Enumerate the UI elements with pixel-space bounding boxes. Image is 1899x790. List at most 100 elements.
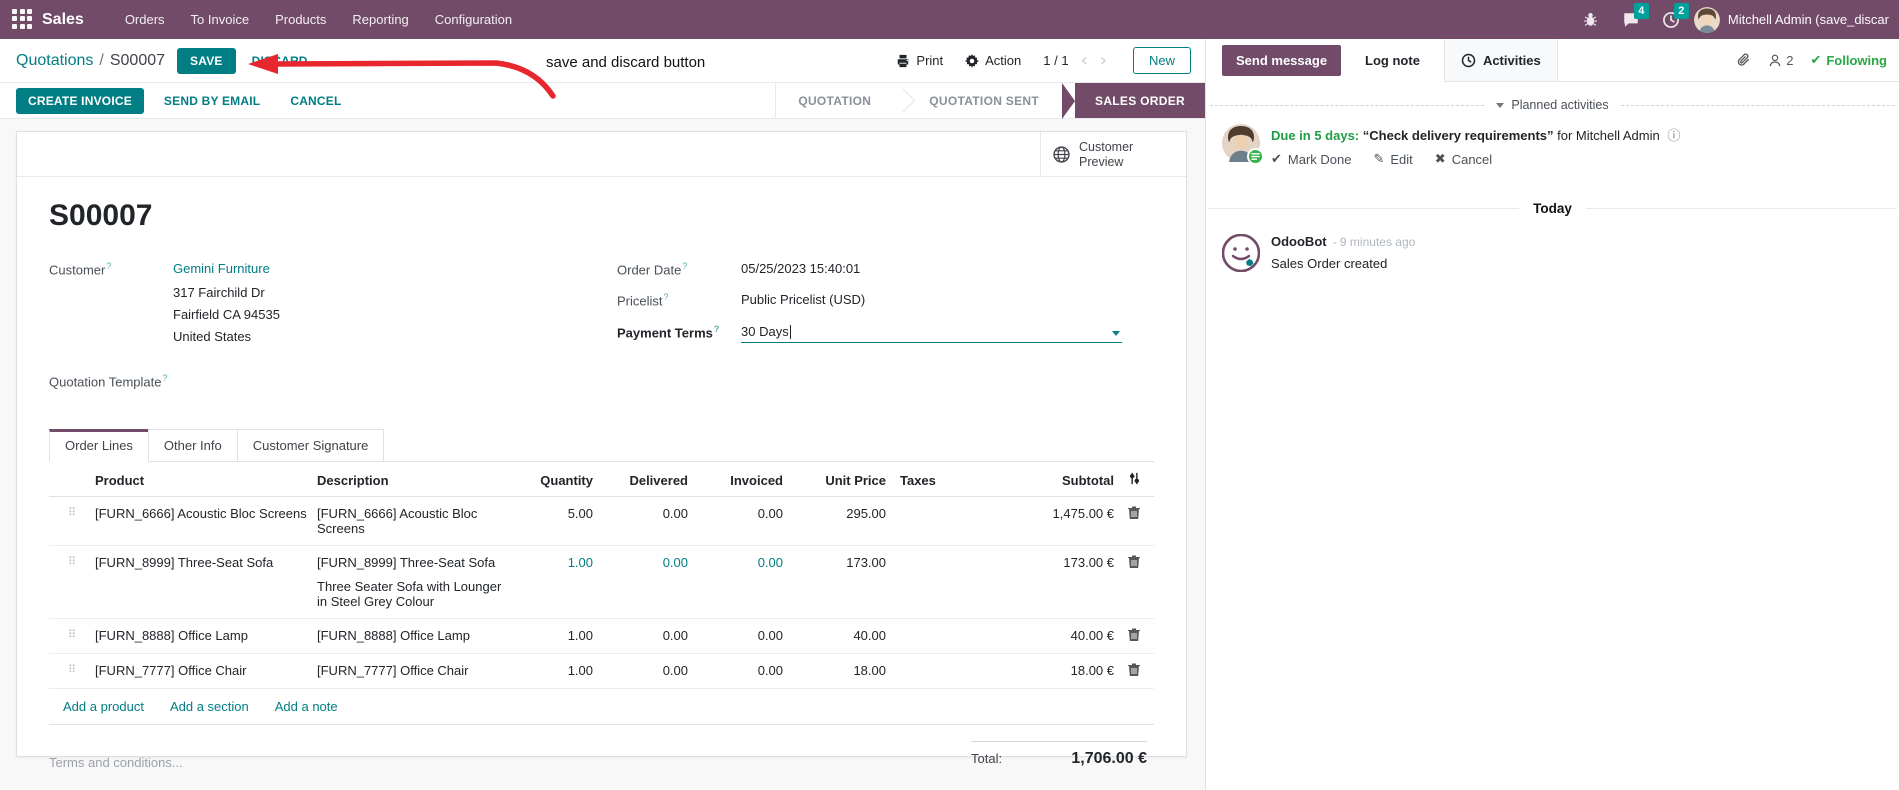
drag-handle-icon[interactable]: ⠿ — [49, 663, 95, 676]
cell-unit-price[interactable]: 40.00 — [783, 628, 886, 643]
cancel-activity-button[interactable]: ✖ Cancel — [1435, 152, 1492, 167]
customer-name-link[interactable]: Gemini Furniture — [173, 261, 280, 276]
message-body: Sales Order created — [1271, 256, 1388, 271]
mark-done-button[interactable]: ✔ Mark Done — [1271, 152, 1351, 167]
print-button[interactable]: Print — [896, 53, 943, 68]
info-icon[interactable]: ⓘ — [1667, 129, 1680, 144]
cell-description[interactable]: [FURN_8999] Three-Seat Sofa Three Seater… — [317, 555, 513, 609]
cell-description[interactable]: [FURN_8888] Office Lamp — [317, 628, 513, 643]
nav-item-configuration[interactable]: Configuration — [422, 0, 525, 39]
record-title: S00007 — [49, 199, 153, 232]
attachments-button[interactable] — [1736, 52, 1751, 68]
optional-columns-icon[interactable] — [1114, 472, 1154, 488]
create-invoice-button[interactable]: CREATE INVOICE — [16, 87, 144, 114]
header-unit-price: Unit Price — [825, 472, 886, 488]
edit-activity-button[interactable]: ✎ Edit — [1373, 152, 1412, 167]
cell-quantity[interactable]: 1.00 — [513, 663, 593, 678]
help-icon: ? — [682, 261, 688, 271]
cell-delivered[interactable]: 0.00 — [593, 506, 688, 521]
top-navbar: Sales Orders To Invoice Products Reporti… — [0, 0, 1899, 39]
cell-description[interactable]: [FURN_6666] Acoustic Bloc Screens — [317, 506, 513, 536]
drag-handle-icon[interactable]: ⠿ — [49, 555, 95, 568]
message-author[interactable]: OdooBot — [1271, 234, 1327, 249]
following-button[interactable]: ✔ Following — [1810, 53, 1887, 68]
tab-order-lines[interactable]: Order Lines — [49, 429, 149, 463]
cell-quantity[interactable]: 1.00 — [513, 555, 593, 570]
nav-item-orders[interactable]: Orders — [112, 0, 178, 39]
tab-other-info[interactable]: Other Info — [147, 429, 238, 462]
order-date-label: Order Date? — [617, 261, 688, 278]
delete-row-icon[interactable] — [1114, 555, 1154, 571]
delete-row-icon[interactable] — [1114, 663, 1154, 679]
cell-product[interactable]: [FURN_8999] Three-Seat Sofa — [95, 555, 317, 570]
cell-description[interactable]: [FURN_7777] Office Chair — [317, 663, 513, 678]
new-button[interactable]: New — [1132, 47, 1191, 74]
breadcrumb-quotations-link[interactable]: Quotations — [16, 52, 93, 70]
nav-item-reporting[interactable]: Reporting — [339, 0, 421, 39]
activities-tab[interactable]: Activities — [1443, 39, 1558, 82]
cell-invoiced[interactable]: 0.00 — [688, 663, 783, 678]
app-name-sales[interactable]: Sales — [42, 11, 84, 29]
stage-sales-order[interactable]: SALES ORDER — [1062, 83, 1205, 119]
user-menu[interactable]: Mitchell Admin (save_discar — [1693, 6, 1889, 33]
cell-invoiced[interactable]: 0.00 — [688, 555, 783, 570]
cell-invoiced[interactable]: 0.00 — [688, 628, 783, 643]
save-button[interactable]: SAVE — [177, 47, 236, 74]
pager-next-icon[interactable]: › — [1100, 51, 1107, 70]
header-delivered: Delivered — [629, 472, 688, 488]
planned-activities-toggle[interactable]: Planned activities — [1206, 98, 1899, 112]
cell-invoiced[interactable]: 0.00 — [688, 506, 783, 521]
user-avatar — [1693, 6, 1720, 33]
customer-preview-button[interactable]: Customer Preview — [1040, 132, 1186, 177]
send-by-email-button[interactable]: SEND BY EMAIL — [154, 88, 270, 114]
add-a-section-link[interactable]: Add a section — [170, 699, 249, 714]
add-a-product-link[interactable]: Add a product — [63, 699, 144, 714]
delete-row-icon[interactable] — [1114, 628, 1154, 644]
followers-person-icon — [1769, 54, 1781, 66]
discard-button[interactable]: DISCARD — [252, 54, 308, 68]
header-subtotal: Subtotal — [1062, 472, 1114, 488]
debug-bug-icon[interactable] — [1574, 0, 1608, 39]
pager-prev-icon[interactable]: ‹ — [1081, 51, 1088, 70]
nav-item-products[interactable]: Products — [262, 0, 339, 39]
drag-handle-icon[interactable]: ⠿ — [49, 628, 95, 641]
cell-unit-price[interactable]: 295.00 — [783, 506, 886, 521]
cell-subtotal: 1,475.00 € — [1052, 506, 1114, 522]
statusbar: CREATE INVOICE SEND BY EMAIL CANCEL QUOT… — [0, 83, 1205, 119]
add-a-note-link[interactable]: Add a note — [275, 699, 338, 714]
log-note-button[interactable]: Log note — [1351, 45, 1434, 76]
delete-row-icon[interactable] — [1114, 506, 1154, 522]
cell-quantity[interactable]: 1.00 — [513, 628, 593, 643]
stage-quotation-sent[interactable]: QUOTATION SENT — [907, 83, 1061, 118]
dropdown-caret-icon[interactable] — [1112, 330, 1120, 336]
messages-icon[interactable]: 4 — [1614, 0, 1649, 39]
cell-product[interactable]: [FURN_7777] Office Chair — [95, 663, 317, 678]
activities-clock-icon[interactable]: 2 — [1654, 0, 1689, 39]
cell-unit-price[interactable]: 173.00 — [783, 555, 886, 570]
action-button[interactable]: Action — [965, 53, 1021, 68]
cell-product[interactable]: [FURN_8888] Office Lamp — [95, 628, 317, 643]
cell-unit-price[interactable]: 18.00 — [783, 663, 886, 678]
cell-quantity[interactable]: 5.00 — [513, 506, 593, 521]
cancel-button[interactable]: CANCEL — [280, 88, 351, 114]
cell-product[interactable]: [FURN_6666] Acoustic Bloc Screens — [95, 506, 317, 521]
cell-delivered[interactable]: 0.00 — [593, 555, 688, 570]
stage-quotation[interactable]: QUOTATION — [776, 83, 893, 118]
apps-menu-icon[interactable] — [12, 8, 34, 31]
send-message-button[interactable]: Send message — [1222, 45, 1342, 76]
check-icon: ✔ — [1271, 152, 1282, 167]
nav-item-to-invoice[interactable]: To Invoice — [178, 0, 263, 39]
payment-terms-input[interactable]: 30 Days — [741, 324, 1122, 343]
text-cursor — [789, 324, 791, 339]
order-date-field[interactable]: 05/25/2023 15:40:01 — [741, 261, 860, 277]
breadcrumb-separator: / — [99, 51, 104, 69]
pricelist-field[interactable]: Public Pricelist (USD) — [741, 292, 865, 308]
cell-delivered[interactable]: 0.00 — [593, 663, 688, 678]
tab-customer-signature[interactable]: Customer Signature — [236, 429, 385, 462]
cell-delivered[interactable]: 0.00 — [593, 628, 688, 643]
printer-icon — [898, 54, 909, 67]
followers-button[interactable]: 2 — [1768, 53, 1793, 68]
notebook-tabs: Order Lines Other Info Customer Signatur… — [49, 429, 1154, 463]
drag-handle-icon[interactable]: ⠿ — [49, 506, 95, 519]
terms-and-conditions-input[interactable]: Terms and conditions... — [49, 741, 971, 770]
